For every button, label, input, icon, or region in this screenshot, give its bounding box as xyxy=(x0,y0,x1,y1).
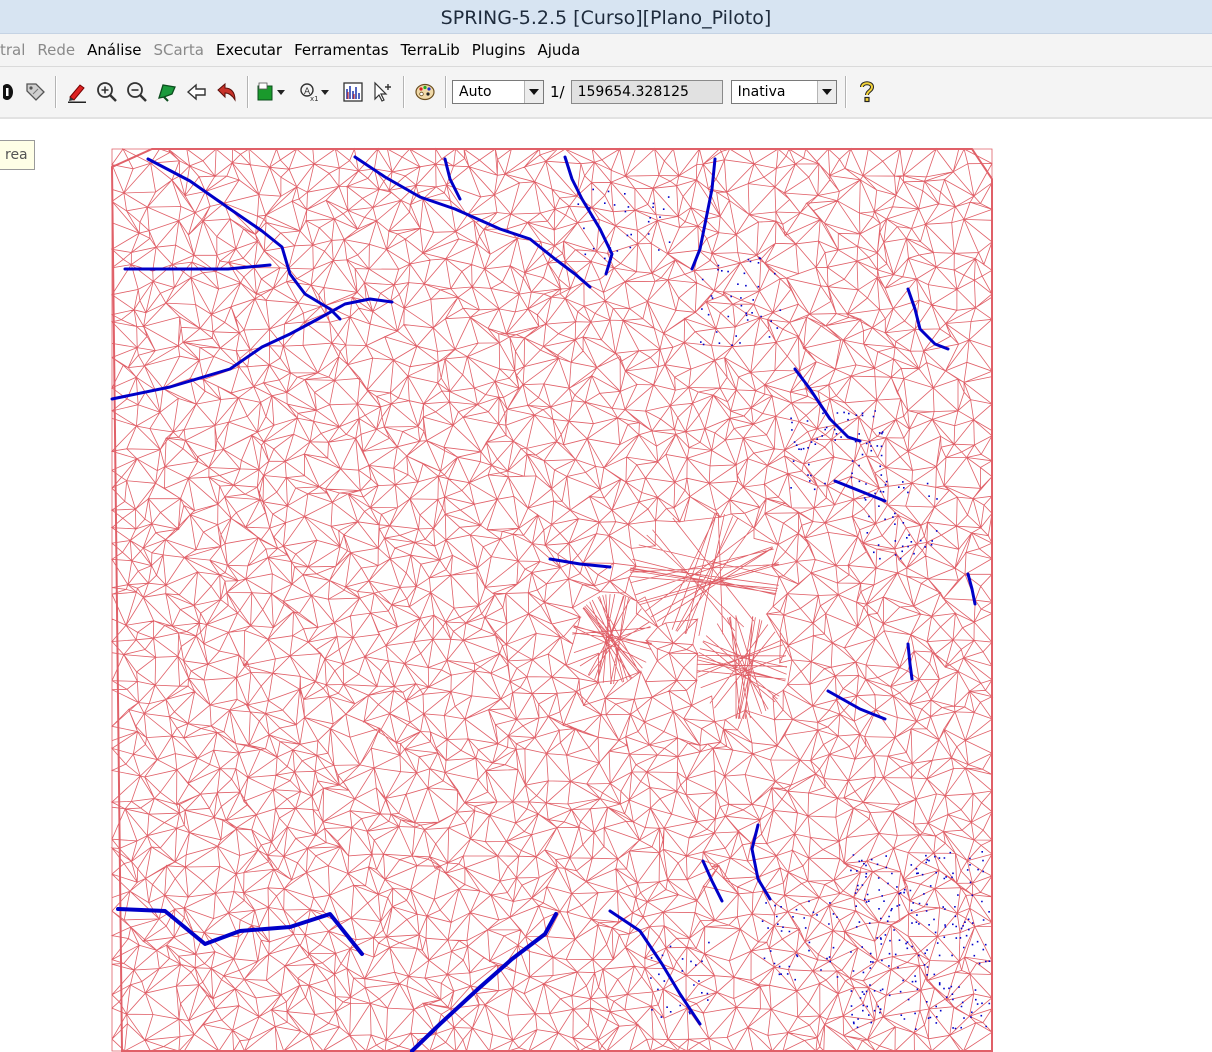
toolbar-separator xyxy=(247,76,249,108)
toolbar-separator xyxy=(55,76,57,108)
zoom-mode-value: Auto xyxy=(459,84,492,100)
pan-back-icon[interactable] xyxy=(182,75,212,109)
toolbar-separator xyxy=(403,76,405,108)
menu-ferramentas[interactable]: Ferramentas xyxy=(288,41,395,59)
zoom-in-icon[interactable] xyxy=(92,75,122,109)
info-icon[interactable] xyxy=(0,75,20,109)
help-icon[interactable] xyxy=(852,75,882,109)
chevron-down-icon[interactable] xyxy=(816,81,836,103)
menu-bar: tral Rede Análise SCarta Executar Ferram… xyxy=(0,34,1212,67)
cursor-mode-select[interactable]: Inativa xyxy=(730,80,837,104)
scale-prefix-label: 1/ xyxy=(550,83,565,101)
menu-analise[interactable]: Análise xyxy=(81,41,147,59)
window-title: SPRING-5.2.5 [Curso][Plano_Piloto] xyxy=(0,0,1212,34)
tin-triangles xyxy=(110,147,994,1052)
layer-color-icon[interactable] xyxy=(254,75,296,109)
menu-plugins[interactable]: Plugins xyxy=(466,41,532,59)
menu-terralib[interactable]: TerraLib xyxy=(395,41,466,59)
menu-ajuda[interactable]: Ajuda xyxy=(532,41,587,59)
tin-mesh-map[interactable] xyxy=(0,119,1212,1052)
zoom-mode-select[interactable]: Auto xyxy=(452,80,544,104)
svg-text:x1: x1 xyxy=(310,95,319,103)
edit-pencil-icon[interactable] xyxy=(62,75,92,109)
tag-icon[interactable] xyxy=(20,75,50,109)
map-canvas[interactable] xyxy=(0,119,1212,1052)
menu-rede[interactable]: Rede xyxy=(31,41,81,59)
undo-icon[interactable] xyxy=(212,75,242,109)
zoom-out-icon[interactable] xyxy=(122,75,152,109)
sample-point-cloud xyxy=(577,188,991,1031)
toolbar-separator xyxy=(445,76,447,108)
histogram-icon[interactable] xyxy=(338,75,368,109)
palette-icon[interactable] xyxy=(410,75,440,109)
menu-central[interactable]: tral xyxy=(0,41,31,59)
menu-scarta[interactable]: SCarta xyxy=(148,41,210,59)
scale-field[interactable]: 159654.328125 xyxy=(570,80,723,104)
cursor-mode-value: Inativa xyxy=(737,84,786,100)
chevron-down-icon[interactable] xyxy=(524,81,543,103)
sample-points xyxy=(577,188,991,1031)
zoom-area-icon[interactable] xyxy=(152,75,182,109)
tooltip: rea xyxy=(0,140,35,170)
toolbar: Ax1 Auto 1/ 159654.328125 Inativa xyxy=(0,67,1212,119)
tin-mesh xyxy=(110,147,994,1052)
select-pointer-icon[interactable] xyxy=(368,75,398,109)
menu-executar[interactable]: Executar xyxy=(210,41,288,59)
drainage-line xyxy=(906,642,914,681)
toolbar-separator xyxy=(844,76,847,108)
mesh-border xyxy=(110,148,993,1052)
label-scale-icon[interactable]: Ax1 xyxy=(296,75,338,109)
